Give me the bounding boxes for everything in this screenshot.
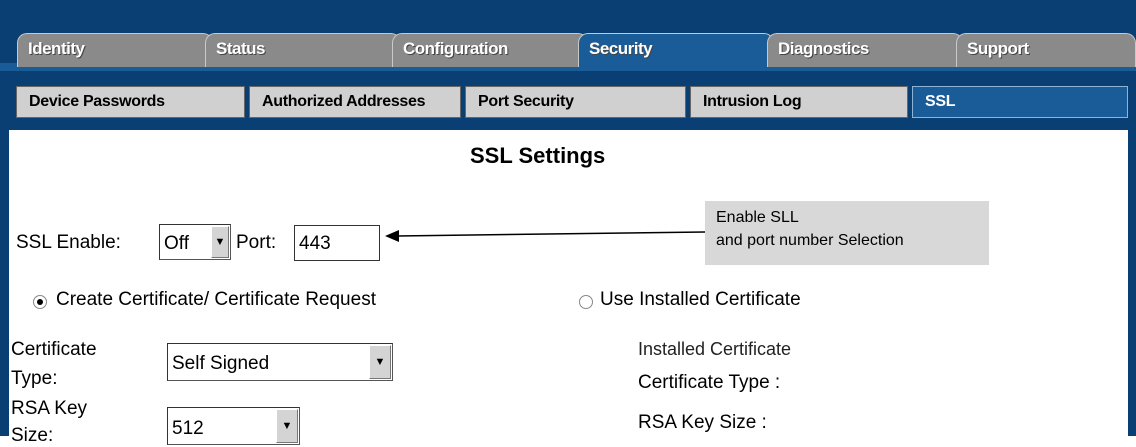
chevron-down-icon[interactable]: ▼ (276, 409, 298, 443)
ssl-enable-value: Off (164, 233, 189, 254)
use-installed-certificate-label[interactable]: Use Installed Certificate (600, 289, 801, 311)
certificate-type-select[interactable]: Self Signed ▼ (167, 343, 393, 381)
rsa-key-size-label-line1: RSA Key (11, 398, 88, 419)
chevron-down-icon[interactable]: ▼ (211, 226, 229, 258)
callout-arrow (385, 230, 706, 242)
page-title: SSL Settings (470, 143, 606, 168)
port-value: 443 (299, 233, 331, 254)
frame-right-edge (1128, 130, 1136, 436)
tab-security[interactable]: Security (578, 33, 774, 67)
certificate-type-label-line1: Certificate (11, 339, 97, 360)
subtab-authorized-addresses[interactable]: Authorized Addresses (249, 86, 461, 118)
content-panel (9, 130, 1128, 436)
port-label: Port: (236, 232, 277, 253)
callout-line-1: Enable SLL (716, 209, 799, 226)
callout-box: Enable SLL and port number Selection (705, 201, 989, 265)
subtab-intrusion-log[interactable]: Intrusion Log (690, 86, 908, 118)
tab-status[interactable]: Status (205, 33, 401, 67)
create-certificate-radio[interactable] (33, 295, 47, 309)
ssl-enable-label: SSL Enable: (16, 232, 121, 253)
subtab-ssl[interactable]: SSL (912, 86, 1128, 118)
tab-identity[interactable]: Identity (17, 33, 213, 67)
certificate-type-value: Self Signed (172, 353, 270, 374)
installed-certificate-heading: Installed Certificate (638, 339, 792, 359)
rsa-key-size-label-line2: Size: (11, 425, 54, 446)
use-installed-certificate-radio[interactable] (579, 295, 593, 309)
tab-configuration[interactable]: Configuration (392, 33, 588, 67)
port-input[interactable]: 443 (294, 225, 380, 261)
certificate-type-label-line2: Type: (11, 368, 58, 389)
rsa-key-size-select[interactable]: 512 ▼ (167, 407, 300, 445)
rsa-key-size-value: 512 (172, 418, 204, 439)
installed-rsa-key-size-label: RSA Key Size : (638, 412, 767, 433)
subtab-device-passwords[interactable]: Device Passwords (16, 86, 245, 118)
subtab-port-security[interactable]: Port Security (465, 86, 686, 118)
create-certificate-label[interactable]: Create Certificate/ Certificate Request (56, 289, 376, 311)
tab-diagnostics[interactable]: Diagnostics (767, 33, 963, 67)
chevron-down-icon[interactable]: ▼ (369, 345, 391, 379)
frame-left-edge (0, 130, 9, 436)
tab-support[interactable]: Support (956, 33, 1136, 67)
ssl-enable-select[interactable]: Off ▼ (159, 224, 231, 260)
callout-line-2: and port number Selection (716, 232, 904, 249)
installed-certificate-type-label: Certificate Type : (638, 372, 781, 393)
